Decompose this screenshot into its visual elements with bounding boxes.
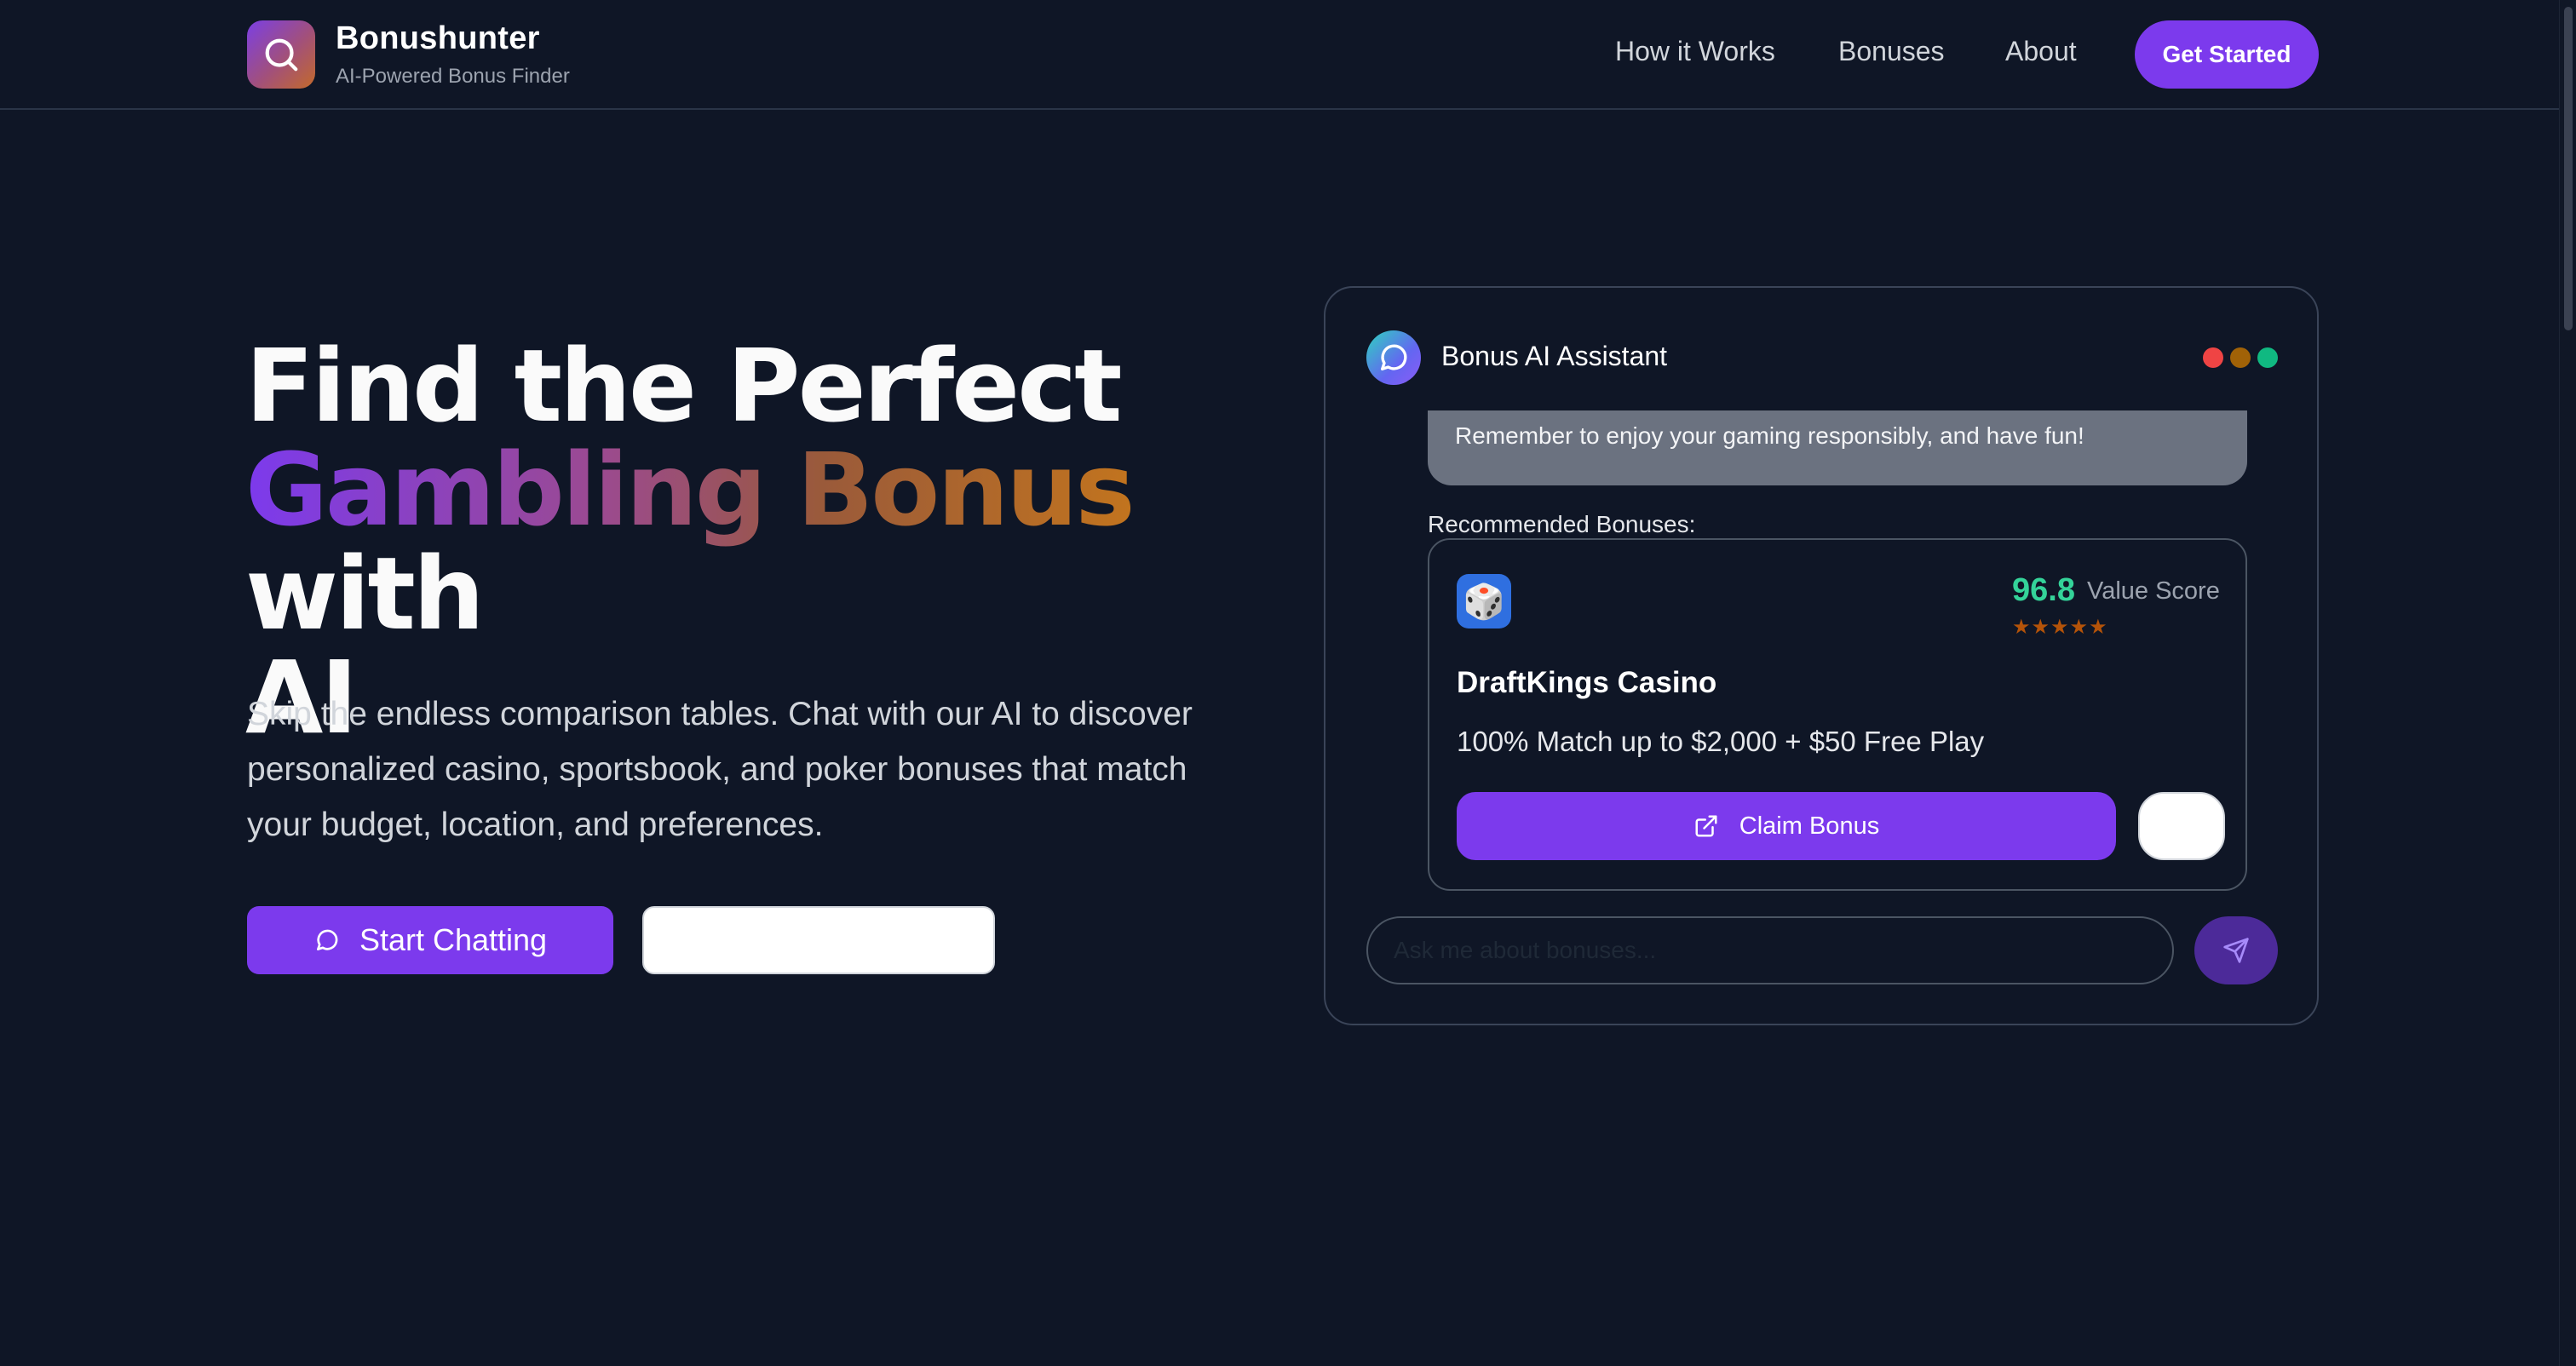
assistant-message: Remember to enjoy your gaming responsibl… — [1428, 410, 2247, 485]
chat-widget: Bonus AI Assistant Remember to enjoy you… — [1324, 286, 2319, 1025]
brand-logo[interactable] — [247, 20, 315, 89]
nav-link-about[interactable]: About — [2005, 36, 2077, 67]
hero-title-line1: Find the Perfect — [245, 327, 1123, 445]
chat-bubble-icon — [316, 929, 338, 950]
nav-link-bonuses[interactable]: Bonuses — [1838, 36, 1945, 67]
star-rating: ★★★★★ — [2012, 615, 2108, 640]
window-dot-green — [2257, 347, 2278, 368]
bonus-card: 🎲 96.8 Value Score ★★★★★ DraftKings Casi… — [1428, 538, 2247, 891]
hero-title-with: with — [245, 535, 485, 652]
external-link-icon — [1695, 815, 1717, 837]
chat-title: Bonus AI Assistant — [1441, 341, 1668, 371]
chat-header: Bonus AI Assistant — [1325, 288, 2317, 410]
scrollbar-thumb[interactable] — [2564, 7, 2573, 330]
start-chatting-button[interactable]: Start Chatting — [247, 906, 613, 974]
value-score: 96.8 — [2012, 572, 2075, 608]
brand-subtitle: AI-Powered Bonus Finder — [336, 65, 570, 88]
claim-bonus-button[interactable]: Claim Bonus — [1457, 792, 2116, 860]
get-started-button[interactable]: Get Started — [2135, 20, 2319, 89]
hero-title-highlight: Gambling Bonus — [245, 431, 1136, 548]
nav-link-how-it-works[interactable]: How it Works — [1615, 36, 1775, 67]
send-button[interactable] — [2194, 916, 2278, 984]
bonus-offer: 100% Match up to $2,000 + $50 Free Play — [1457, 726, 1985, 757]
page-scrollbar[interactable] — [2559, 0, 2576, 1366]
window-dot-amber — [2230, 347, 2251, 368]
site-header: Bonushunter AI-Powered Bonus Finder How … — [0, 0, 2559, 110]
casino-name: DraftKings Casino — [1457, 666, 1717, 699]
claim-bonus-label: Claim Bonus — [1739, 812, 1880, 840]
secondary-button[interactable] — [642, 906, 995, 974]
bot-avatar — [1366, 330, 1421, 385]
assistant-message-text: Remember to enjoy your gaming responsibl… — [1455, 422, 2084, 449]
brand-title[interactable]: Bonushunter — [336, 20, 540, 57]
bonus-secondary-button[interactable] — [2138, 792, 2225, 860]
start-chatting-label: Start Chatting — [359, 922, 548, 957]
chat-bubble-icon — [1381, 344, 1407, 370]
hero-description: Skip the endless comparison tables. Chat… — [247, 696, 1193, 843]
chat-input[interactable] — [1366, 916, 2174, 984]
window-dot-red — [2203, 347, 2223, 368]
recommended-label: Recommended Bonuses: — [1428, 511, 1696, 537]
star-icon: ★ — [2012, 616, 2032, 639]
star-icon: ★ — [2089, 616, 2108, 639]
star-icon: ★ — [2050, 616, 2070, 639]
star-icon: ★ — [2069, 616, 2090, 639]
value-score-label: Value Score — [2087, 577, 2220, 605]
star-icon: ★ — [2031, 616, 2051, 639]
send-icon — [2223, 938, 2249, 963]
search-icon — [265, 38, 298, 72]
dice-icon: 🎲 — [1457, 574, 1511, 628]
